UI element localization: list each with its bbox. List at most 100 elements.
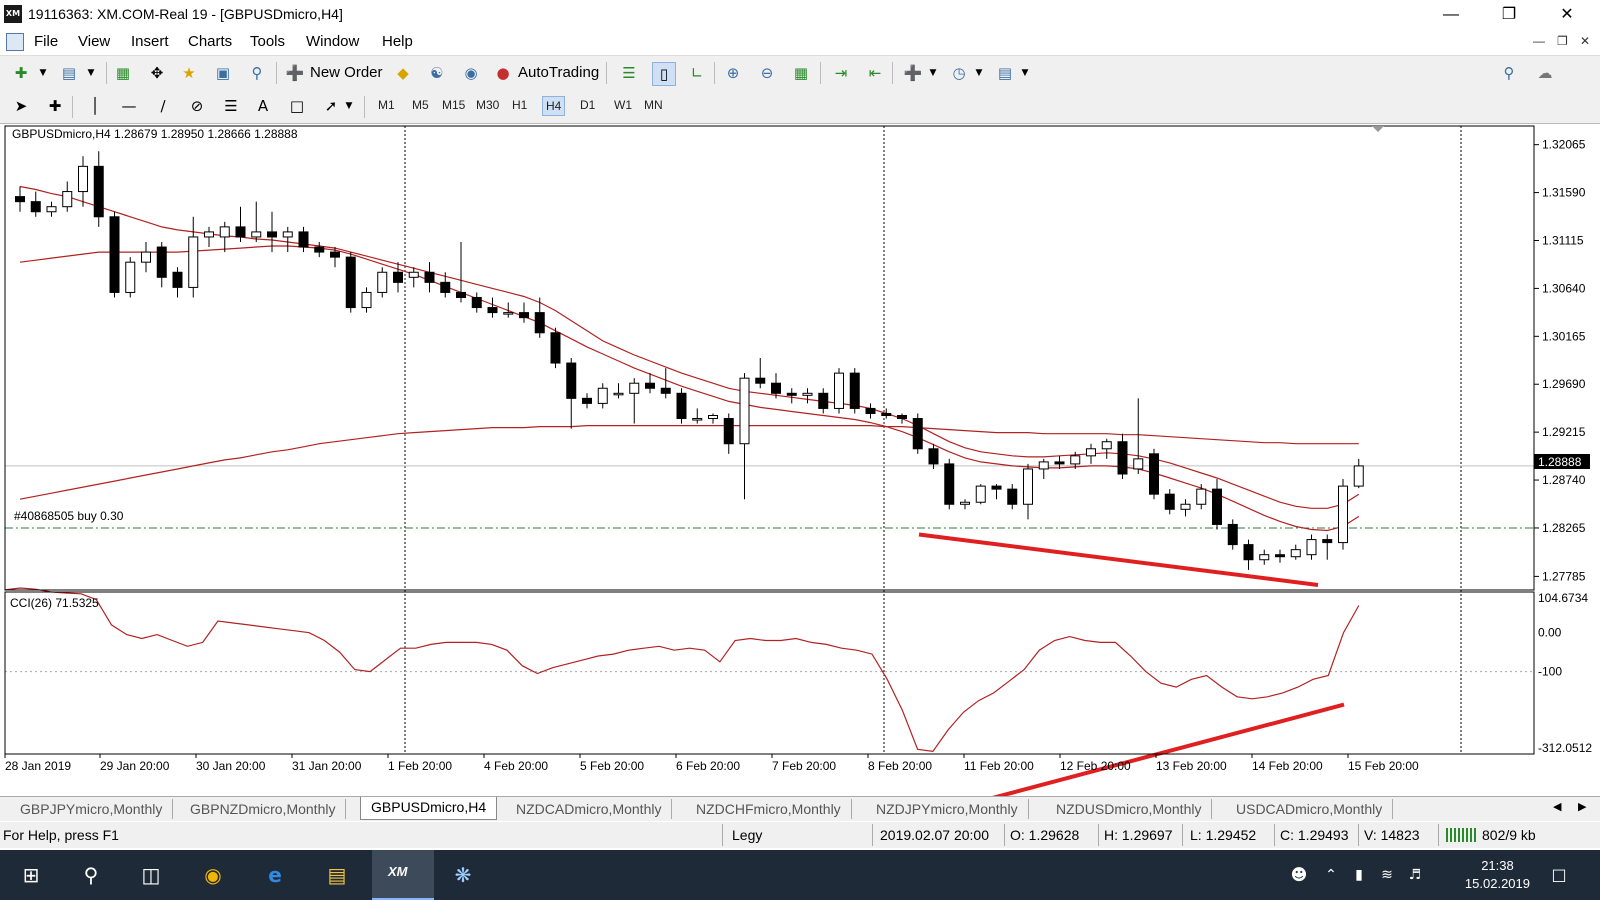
menu-help[interactable]: Help bbox=[382, 33, 413, 50]
people-icon[interactable]: ☻ bbox=[1284, 860, 1314, 890]
tab-usdcad[interactable]: USDCADmicro,Monthly bbox=[1226, 799, 1394, 819]
tab-nzdusd[interactable]: NZDUSDmicro,Monthly bbox=[1046, 799, 1213, 819]
strategy-tester-icon[interactable]: ⚲ bbox=[246, 62, 268, 84]
menu-charts[interactable]: Charts bbox=[188, 33, 232, 50]
candle-body bbox=[1275, 554, 1285, 558]
arrows-dropdown-icon[interactable]: ▼ bbox=[338, 95, 360, 117]
notifications-icon[interactable]: □ bbox=[1544, 860, 1574, 890]
timeframe-h1[interactable]: H1 bbox=[512, 98, 527, 112]
tabs-left-icon[interactable]: ◀ bbox=[1553, 800, 1561, 813]
chart-window[interactable]: 1.32065 1.31590 1.31115 1.30640 1.30165 1.296… bbox=[0, 124, 1600, 810]
autotrading-button[interactable]: AutoTrading bbox=[518, 64, 599, 81]
profiles-icon[interactable]: ▤ bbox=[58, 62, 80, 84]
data-window-icon[interactable]: ✥ bbox=[146, 62, 168, 84]
task-view-icon[interactable]: ◫ bbox=[136, 860, 166, 890]
periods-dropdown-icon[interactable]: ▼ bbox=[968, 62, 990, 84]
tab-gbpnzd[interactable]: GBPNZDmicro,Monthly bbox=[180, 799, 347, 819]
line-chart-icon[interactable]: ∟ bbox=[686, 62, 708, 84]
candle-body bbox=[897, 414, 907, 420]
tab-nzdjpy[interactable]: NZDJPYmicro,Monthly bbox=[866, 799, 1029, 819]
minimize-icon[interactable]: — bbox=[1428, 0, 1474, 30]
timeframe-m15[interactable]: M15 bbox=[442, 98, 465, 112]
tab-gbpjpy[interactable]: GBPJPYmicro,Monthly bbox=[10, 799, 174, 819]
vertical-line-icon[interactable]: │ bbox=[84, 95, 106, 117]
candle-body bbox=[393, 271, 403, 283]
periods-icon[interactable]: ◷ bbox=[948, 62, 970, 84]
timeframe-m30[interactable]: M30 bbox=[476, 98, 499, 112]
chart-canvas[interactable]: 1.32065 1.31590 1.31115 1.30640 1.30165 1.296… bbox=[0, 124, 1600, 810]
tab-nzdcad[interactable]: NZDCADmicro,Monthly bbox=[506, 799, 673, 819]
templates-dropdown-icon[interactable]: ▼ bbox=[1014, 62, 1036, 84]
candlestick-chart-icon[interactable]: ▯ bbox=[652, 62, 676, 86]
tray-chevron-icon[interactable]: ⌃ bbox=[1316, 860, 1346, 890]
connection-status-icon[interactable] bbox=[1446, 828, 1476, 842]
chart-window-icon[interactable] bbox=[6, 33, 24, 51]
timeframe-m5[interactable]: M5 bbox=[412, 98, 429, 112]
menu-window[interactable]: Window bbox=[306, 33, 359, 50]
cursor-icon[interactable]: ➤ bbox=[10, 95, 32, 117]
menu-file[interactable]: File bbox=[34, 33, 58, 50]
edge-icon[interactable]: e bbox=[260, 860, 290, 890]
timeframe-d1[interactable]: D1 bbox=[580, 98, 595, 112]
templates-icon[interactable]: ▤ bbox=[994, 62, 1016, 84]
market-icon[interactable]: ◉ bbox=[460, 62, 482, 84]
candle-body bbox=[1290, 549, 1301, 558]
mdi-close-icon[interactable]: ✕ bbox=[1580, 34, 1590, 48]
search-taskbar-icon[interactable]: ⚲ bbox=[76, 860, 106, 890]
mdi-restore-icon[interactable]: ❐ bbox=[1557, 34, 1568, 48]
auto-scroll-icon[interactable]: ⇥ bbox=[830, 62, 852, 84]
file-explorer-icon[interactable]: ▤ bbox=[322, 860, 352, 890]
status-bar: For Help, press F1 Legy 2019.02.07 20:00… bbox=[0, 822, 1600, 848]
terminal-icon[interactable]: ▣ bbox=[212, 62, 234, 84]
crosshair-icon[interactable]: ✚ bbox=[44, 95, 66, 117]
timeframe-mn[interactable]: MN bbox=[644, 98, 663, 112]
trendline-icon[interactable]: ∕ bbox=[152, 95, 174, 117]
new-order-icon[interactable]: ➕ bbox=[284, 62, 306, 84]
chrome-icon[interactable]: ◉ bbox=[198, 860, 228, 890]
market-watch-icon[interactable]: ▦ bbox=[112, 62, 134, 84]
tab-gbpusd[interactable]: GBPUSDmicro,H4 bbox=[360, 797, 498, 820]
metaeditor-icon[interactable]: ◆ bbox=[392, 62, 414, 84]
horizontal-line-icon[interactable]: — bbox=[118, 95, 140, 117]
navigator-icon[interactable]: ★ bbox=[178, 62, 200, 84]
new-chart-dropdown-icon[interactable]: ▼ bbox=[32, 62, 54, 84]
indicators-dropdown-icon[interactable]: ▼ bbox=[922, 62, 944, 84]
menu-insert[interactable]: Insert bbox=[131, 33, 169, 50]
title-bar: XM 19116363: XM.COM-Real 19 - [GBPUSDmic… bbox=[0, 0, 1600, 30]
xm-taskbar-button[interactable]: XM bbox=[372, 850, 434, 900]
zoom-out-icon[interactable]: ⊖ bbox=[756, 62, 778, 84]
tile-windows-icon[interactable]: ▦ bbox=[790, 62, 812, 84]
profiles-dropdown-icon[interactable]: ▼ bbox=[80, 62, 102, 84]
bar-chart-icon[interactable]: ☰ bbox=[618, 62, 640, 84]
new-chart-icon[interactable]: ✚ bbox=[10, 62, 32, 84]
signals-icon[interactable]: ☯ bbox=[426, 62, 448, 84]
equidistant-channel-icon[interactable]: ⊘ bbox=[186, 95, 208, 117]
autotrading-icon[interactable]: ● bbox=[492, 62, 514, 84]
text-icon[interactable]: A bbox=[252, 95, 274, 117]
text-label-icon[interactable]: □ bbox=[286, 95, 308, 117]
indicators-icon[interactable]: ➕ bbox=[902, 62, 924, 84]
timeframe-w1[interactable]: W1 bbox=[614, 98, 632, 112]
maximize-icon[interactable]: ❐ bbox=[1486, 0, 1532, 30]
fibonacci-icon[interactable]: ☰ bbox=[220, 95, 242, 117]
wifi-icon[interactable]: ≋ bbox=[1372, 860, 1402, 890]
battery-icon[interactable]: ▮ bbox=[1344, 860, 1374, 890]
search-icon[interactable]: ⚲ bbox=[1498, 62, 1520, 84]
clock[interactable]: 21:38 15.02.2019 bbox=[1465, 857, 1530, 893]
chart-shift-icon[interactable]: ⇤ bbox=[864, 62, 886, 84]
mdi-minimize-icon[interactable]: — bbox=[1533, 34, 1545, 48]
new-order-button[interactable]: New Order bbox=[310, 64, 383, 81]
close-icon[interactable]: ✕ bbox=[1544, 0, 1590, 30]
tabs-right-icon[interactable]: ▶ bbox=[1578, 800, 1586, 813]
chat-icon[interactable]: ☁ bbox=[1534, 62, 1556, 84]
timeframe-h4[interactable]: H4 bbox=[542, 96, 566, 116]
tab-nzdchf[interactable]: NZDCHFmicro,Monthly bbox=[686, 799, 852, 819]
start-windows-icon[interactable]: ⊞ bbox=[16, 860, 46, 890]
timeframe-m1[interactable]: M1 bbox=[378, 98, 395, 112]
zoom-in-icon[interactable]: ⊕ bbox=[722, 62, 744, 84]
menu-tools[interactable]: Tools bbox=[250, 33, 285, 50]
paint-icon[interactable]: ❋ bbox=[448, 860, 478, 890]
candle-body bbox=[1196, 488, 1207, 505]
volume-icon[interactable]: ♬ bbox=[1400, 860, 1430, 890]
menu-view[interactable]: View bbox=[78, 33, 110, 50]
